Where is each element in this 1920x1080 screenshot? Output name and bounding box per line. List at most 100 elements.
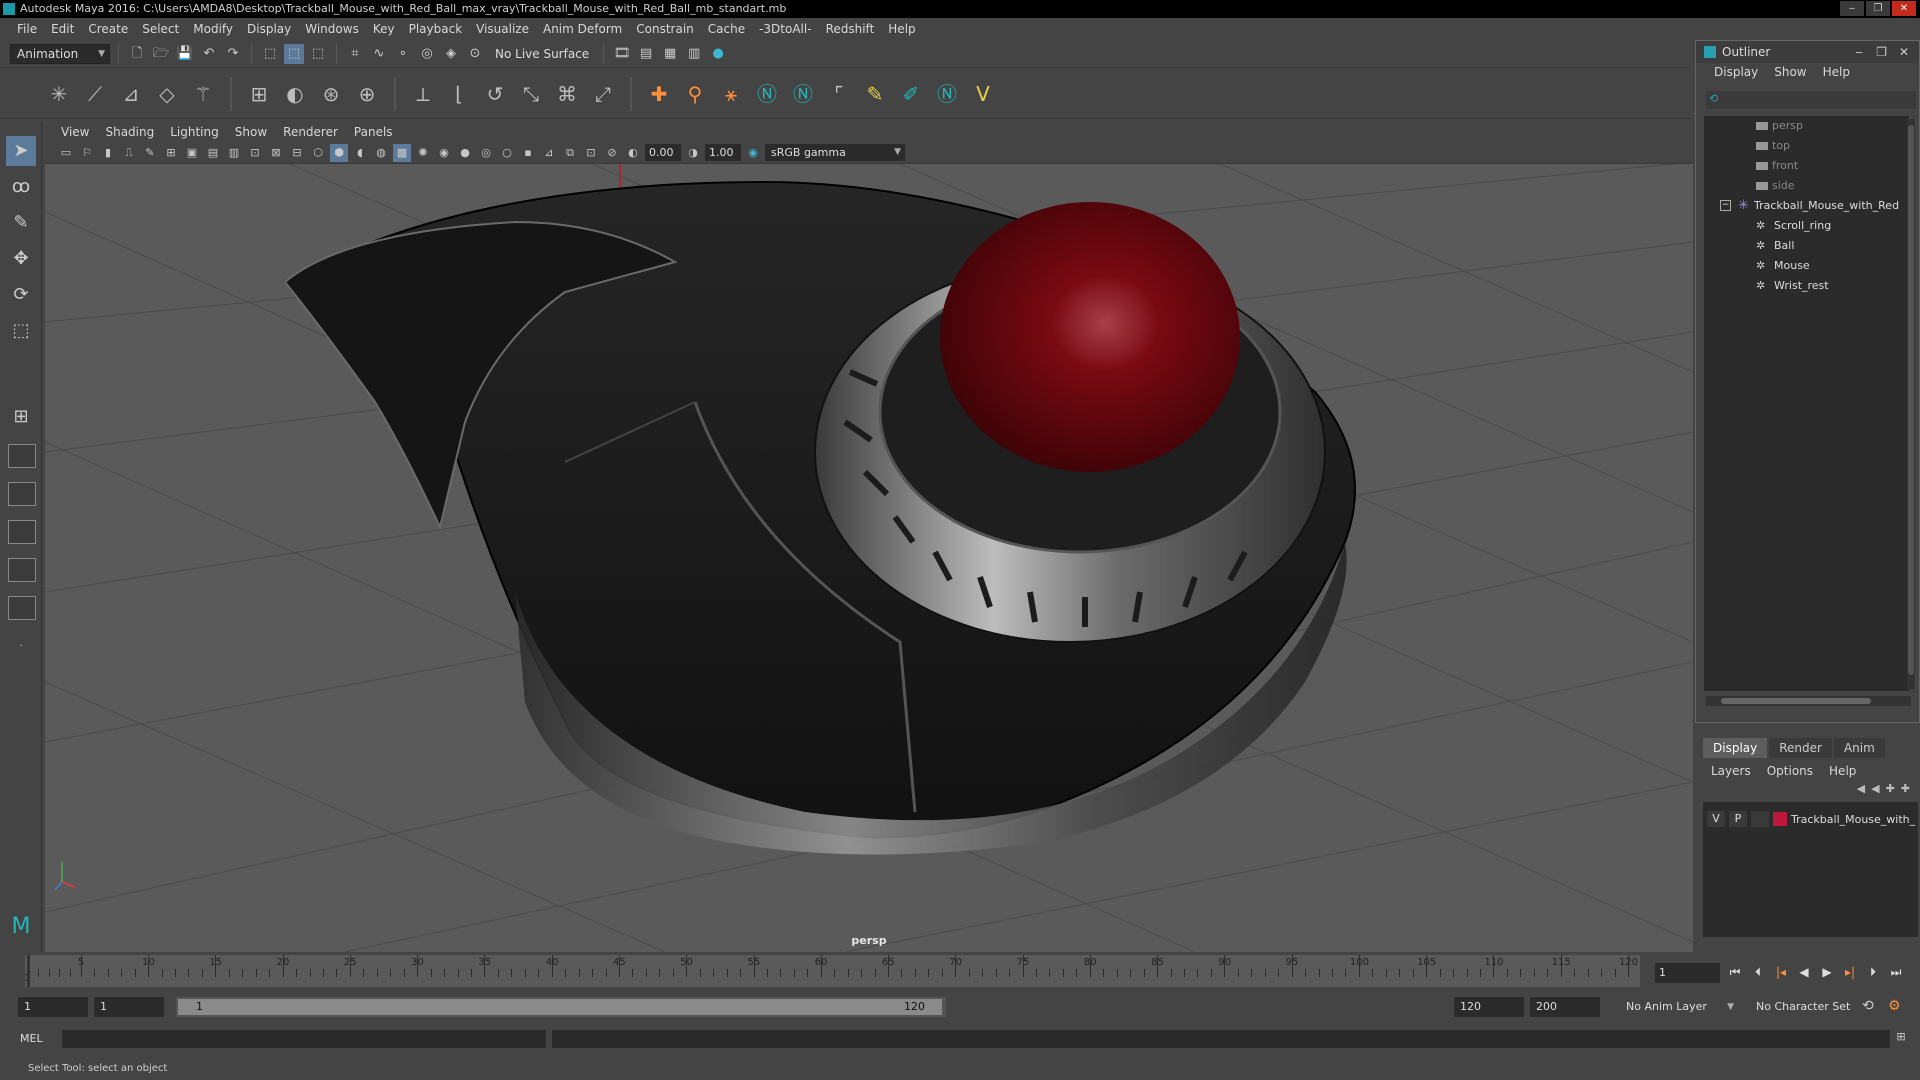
blend-shape-icon[interactable]: ◐: [280, 79, 310, 109]
tab-render-layers[interactable]: Render: [1769, 738, 1832, 758]
hypershade-icon[interactable]: ●: [708, 44, 728, 64]
outliner-layout-icon[interactable]: [8, 520, 36, 544]
step-back-key-icon[interactable]: ⏴: [1748, 962, 1768, 982]
outliner-item-top[interactable]: top: [1704, 136, 1909, 156]
menuset-dropdown[interactable]: Animation ▼: [10, 43, 110, 64]
menu-windows[interactable]: Windows: [298, 22, 366, 36]
textured-icon[interactable]: ▩: [393, 143, 411, 162]
new-layer-icon[interactable]: ✚: [1886, 782, 1895, 795]
minimize-icon[interactable]: ‒: [1855, 41, 1863, 63]
menu-help[interactable]: Help: [881, 22, 922, 36]
paint-icon[interactable]: ✐: [896, 79, 926, 109]
depth-of-field-icon[interactable]: ▪: [519, 144, 537, 162]
menu-key[interactable]: Key: [366, 22, 402, 36]
use-lights-icon[interactable]: ✺: [414, 144, 432, 162]
step-back-frame-icon[interactable]: |◂: [1771, 962, 1791, 982]
menu-anim-deform[interactable]: Anim Deform: [536, 22, 629, 36]
select-component-icon[interactable]: ⬚: [308, 44, 328, 64]
live-surface-label[interactable]: No Live Surface: [489, 47, 595, 61]
more-layouts-icon[interactable]: ·: [6, 632, 36, 662]
default-material-icon[interactable]: ◖: [351, 144, 369, 162]
undo-icon[interactable]: ↶: [199, 44, 219, 64]
tab-anim-layers[interactable]: Anim: [1833, 738, 1885, 758]
refresh-icon[interactable]: ⟲: [1709, 92, 1718, 105]
grid-icon[interactable]: ⊞: [162, 144, 180, 162]
image-plane-icon[interactable]: ⎍: [120, 144, 138, 162]
outliner-item-side[interactable]: side: [1704, 176, 1909, 196]
xray-joints-icon[interactable]: ⊡: [582, 144, 600, 162]
smooth-shade-icon[interactable]: ⬢: [330, 143, 348, 162]
hik-icon[interactable]: ⚚: [188, 79, 218, 109]
outliner-item-wrist-rest[interactable]: ✲ Wrist_rest: [1704, 276, 1909, 296]
menu-file[interactable]: File: [10, 22, 44, 36]
step-forward-frame-icon[interactable]: ▸|: [1840, 962, 1860, 982]
point-constraint-icon[interactable]: ⚹: [716, 79, 746, 109]
empty-slot-icon[interactable]: ⌜: [824, 79, 854, 109]
anim-start-field[interactable]: 1: [18, 997, 88, 1017]
field-chart-icon[interactable]: ⊡: [246, 144, 264, 162]
maximize-icon[interactable]: ❐: [1876, 41, 1887, 63]
four-view-layout-icon[interactable]: [8, 444, 36, 468]
time-slider[interactable]: 1510152025303540455055606570758085909510…: [24, 955, 1640, 987]
outliner-item-group[interactable]: − ✳ Trackball_Mouse_with_Red: [1704, 196, 1909, 216]
play-forward-icon[interactable]: ▶: [1817, 962, 1837, 982]
paint-select-icon[interactable]: ✎: [6, 208, 36, 238]
anim-end-field[interactable]: 200: [1530, 997, 1600, 1017]
aim-constraint-icon[interactable]: ⚲: [680, 79, 710, 109]
motion-blur-icon[interactable]: ◎: [477, 144, 495, 162]
snap-surface-icon[interactable]: ◈: [441, 44, 461, 64]
two-view-layout-icon[interactable]: [8, 482, 36, 506]
go-to-start-icon[interactable]: ⏮: [1725, 962, 1745, 982]
ghost-icon[interactable]: ⤢: [588, 79, 618, 109]
layer-menu-layers[interactable]: Layers: [1703, 764, 1759, 778]
gamma-field[interactable]: 1.00: [705, 144, 741, 161]
outliner-vertical-scrollbar[interactable]: [1907, 119, 1915, 689]
exposure-icon[interactable]: ◐: [624, 144, 642, 162]
current-frame-marker[interactable]: [27, 955, 30, 987]
menu-select[interactable]: Select: [135, 22, 186, 36]
rotate-tool-icon[interactable]: ⟳: [6, 280, 36, 310]
menu-playback[interactable]: Playback: [402, 22, 470, 36]
panel-menu-panels[interactable]: Panels: [346, 125, 401, 139]
isolate-select-icon[interactable]: ⊿: [540, 144, 558, 162]
menu-cache[interactable]: Cache: [701, 22, 752, 36]
close-button[interactable]: ✕: [1892, 1, 1916, 16]
layer-visibility-toggle[interactable]: V: [1707, 811, 1725, 827]
gamma-icon[interactable]: ◑: [684, 144, 702, 162]
menu-modify[interactable]: Modify: [186, 22, 240, 36]
ik-handle-icon[interactable]: ⟋: [80, 79, 110, 109]
set-key-icon[interactable]: ⟂: [408, 79, 438, 109]
wrap-icon[interactable]: ⊕: [352, 79, 382, 109]
outliner-menu-help[interactable]: Help: [1815, 65, 1858, 83]
hypershade-layout-icon[interactable]: [8, 596, 36, 620]
maximize-button[interactable]: ❐: [1866, 1, 1890, 16]
select-object-icon[interactable]: ⬚: [284, 43, 304, 64]
step-forward-key-icon[interactable]: ⏵: [1863, 962, 1883, 982]
go-to-end-icon[interactable]: ⏭: [1886, 962, 1906, 982]
redshift-render-icon[interactable]: Ⓝ: [788, 79, 818, 109]
safe-action-icon[interactable]: ⊠: [267, 144, 285, 162]
scale-tool-icon[interactable]: ⬚: [6, 316, 36, 346]
move-tool-icon[interactable]: ✥: [6, 244, 36, 274]
xray-icon[interactable]: ⧉: [561, 144, 579, 162]
preferences-icon[interactable]: ⚙: [1888, 998, 1901, 1014]
save-scene-icon[interactable]: 💾: [175, 44, 195, 64]
film-gate-icon[interactable]: ▣: [183, 144, 201, 162]
menu-display[interactable]: Display: [240, 22, 298, 36]
script-editor-icon[interactable]: ⊞: [1892, 1030, 1910, 1048]
playback-start-field[interactable]: 1: [94, 997, 164, 1017]
snap-live-icon[interactable]: ⊙: [465, 44, 485, 64]
command-input[interactable]: [62, 1030, 546, 1048]
script-icon[interactable]: Ⓝ: [932, 79, 962, 109]
snap-view-icon[interactable]: ◎: [417, 44, 437, 64]
collapse-icon[interactable]: −: [1720, 200, 1731, 211]
open-scene-icon[interactable]: 🗁: [151, 44, 171, 64]
auto-key-icon[interactable]: ⟲: [1862, 998, 1874, 1014]
layer-menu-options[interactable]: Options: [1759, 764, 1821, 778]
panel-menu-view[interactable]: View: [53, 125, 97, 139]
bind-skin-icon[interactable]: ◇: [152, 79, 182, 109]
menu-create[interactable]: Create: [81, 22, 135, 36]
select-tool-icon[interactable]: ➤: [6, 136, 36, 166]
snap-point-icon[interactable]: ∘: [393, 44, 413, 64]
layer-row[interactable]: V P Trackball_Mouse_with_: [1703, 809, 1918, 829]
